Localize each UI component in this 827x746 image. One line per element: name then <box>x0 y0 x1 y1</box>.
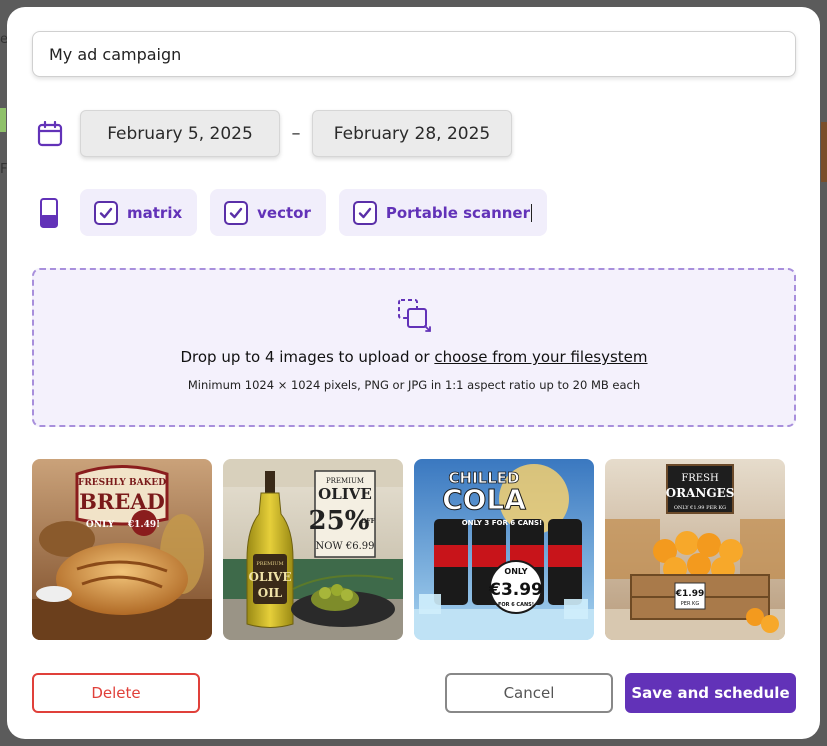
dropzone-hint: Minimum 1024 × 1024 pixels, PNG or JPG i… <box>187 378 641 392</box>
campaign-name-value: My ad campaign <box>49 44 182 64</box>
device-chip-portable-scanner[interactable]: Portable scanner <box>338 189 547 236</box>
backdrop-element <box>821 122 827 182</box>
date-separator: – <box>291 123 301 144</box>
choose-from-filesystem-link[interactable]: choose from your filesystem <box>434 348 647 366</box>
olive-sign-line-1: PREMIUM <box>326 477 364 485</box>
device-chip-label: matrix <box>127 203 183 222</box>
image-thumbnails: FRESHLY BAKED BREAD ONLY €1.49! PREMIUM … <box>32 459 796 640</box>
orange-sign-line-2: ORANGES <box>666 486 735 500</box>
oil-label-line-1: PREMIUM <box>256 561 283 567</box>
orange-tag-unit: PER KG <box>681 601 700 607</box>
bread-image: FRESHLY BAKED BREAD ONLY €1.49! <box>32 459 212 640</box>
cancel-button-label: Cancel <box>503 684 555 702</box>
olive-sign-line-4: OFF <box>361 518 375 525</box>
device-chip-vector[interactable]: vector <box>210 189 326 236</box>
cola-title-line-3: ONLY 3 FOR 6 CANS! <box>462 519 543 527</box>
cola-badge-line-3: FOR 6 CANS! <box>498 602 534 608</box>
bread-sign-line-2: BREAD <box>79 489 165 514</box>
olive-oil-image: PREMIUM OLIVE OIL PREMIUM OLIVE 25% OFF … <box>223 459 403 640</box>
orange-tag-price: €1.99 <box>675 589 704 599</box>
campaign-modal: My ad campaign February 5, 2025 – Februa… <box>7 7 820 739</box>
oil-label-line-3: OIL <box>258 586 283 600</box>
olive-sign-line-5: NOW €6.99 <box>315 541 374 552</box>
bread-sign-line-3: ONLY <box>86 520 115 530</box>
image-thumbnail-bread[interactable]: FRESHLY BAKED BREAD ONLY €1.49! <box>32 459 212 640</box>
delete-button-label: Delete <box>91 684 141 702</box>
start-date-field[interactable]: February 5, 2025 <box>80 110 280 157</box>
oranges-image: FRESH ORANGES ONLY €1.99 PER KG €1.99 PE… <box>605 459 785 640</box>
delete-button[interactable]: Delete <box>32 673 200 713</box>
checkbox-checked-icon[interactable] <box>352 200 377 225</box>
checkbox-checked-icon[interactable] <box>94 200 118 225</box>
image-thumbnail-cola[interactable]: CHILLED COLA ONLY 3 FOR 6 CANS! ONLY €3.… <box>414 459 594 640</box>
bread-sign-line-1: FRESHLY BAKED <box>78 478 166 488</box>
orange-sign-line-3: ONLY €1.99 PER KG <box>674 505 726 511</box>
calendar-icon <box>37 120 63 146</box>
image-thumbnail-olive-oil[interactable]: PREMIUM OLIVE OIL PREMIUM OLIVE 25% OFF … <box>223 459 403 640</box>
date-range-row: February 5, 2025 – February 28, 2025 <box>37 110 512 157</box>
start-date-value: February 5, 2025 <box>107 123 253 144</box>
orange-sign-line-1: FRESH <box>681 473 719 484</box>
device-row: matrix vector Portable scanner <box>40 189 560 236</box>
end-date-value: February 28, 2025 <box>333 123 491 144</box>
device-chip-label: vector <box>257 203 311 222</box>
checkbox-checked-icon[interactable] <box>224 200 249 225</box>
device-chip-label: Portable scanner <box>385 203 530 222</box>
bread-price: €1.49! <box>127 520 160 530</box>
dropzone-instructions: Drop up to 4 images to upload or choose … <box>180 348 647 366</box>
cola-badge-price: €3.99 <box>488 580 543 600</box>
image-thumbnail-oranges[interactable]: FRESH ORANGES ONLY €1.99 PER KG €1.99 PE… <box>605 459 785 640</box>
image-dropzone[interactable]: Drop up to 4 images to upload or choose … <box>32 268 796 427</box>
olive-sign-line-2: OLIVE <box>318 485 372 503</box>
cola-image: CHILLED COLA ONLY 3 FOR 6 CANS! ONLY €3.… <box>414 459 594 640</box>
save-button-label: Save and schedule <box>631 684 790 702</box>
cola-title-line-2: COLA <box>442 483 526 516</box>
text-caret <box>531 203 532 222</box>
phone-icon <box>40 197 58 228</box>
cancel-button[interactable]: Cancel <box>445 673 613 713</box>
image-select-icon <box>398 299 431 332</box>
dropzone-text: Drop up to 4 images to upload or <box>180 348 435 366</box>
oil-label-line-2: OLIVE <box>249 570 292 584</box>
backdrop-element <box>0 108 6 132</box>
campaign-name-input[interactable]: My ad campaign <box>32 31 796 77</box>
end-date-field[interactable]: February 28, 2025 <box>312 110 512 157</box>
device-chip-matrix[interactable]: matrix <box>80 189 198 236</box>
cola-badge-line-1: ONLY <box>504 567 527 576</box>
save-and-schedule-button[interactable]: Save and schedule <box>625 673 796 713</box>
